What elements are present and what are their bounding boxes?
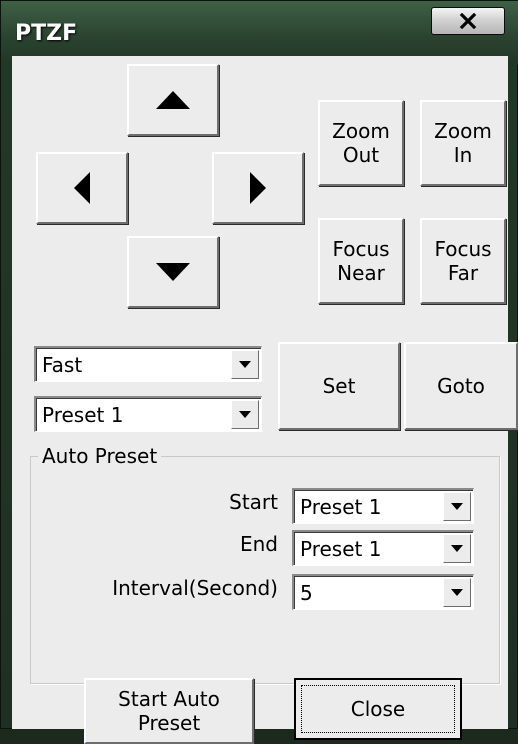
pan-right-button[interactable] bbox=[212, 152, 304, 224]
arrow-down-icon bbox=[156, 263, 190, 281]
focus-near-button[interactable]: Focus Near bbox=[318, 218, 404, 304]
window-close-button[interactable] bbox=[431, 7, 505, 35]
start-auto-preset-button[interactable]: Start Auto Preset bbox=[84, 678, 254, 744]
chevron-down-icon bbox=[451, 503, 463, 510]
arrow-left-icon bbox=[74, 172, 90, 204]
dropdown-button[interactable] bbox=[443, 578, 471, 607]
interval-value: 5 bbox=[300, 581, 313, 605]
dropdown-button[interactable] bbox=[443, 534, 471, 563]
dialog-client-area: Zoom Out Zoom In Focus Near Focus Far Fa… bbox=[12, 56, 518, 744]
set-preset-button[interactable]: Set bbox=[278, 342, 400, 430]
close-button[interactable]: Close bbox=[294, 678, 462, 740]
arrow-up-icon bbox=[156, 91, 190, 109]
interval-select[interactable]: 5 bbox=[292, 574, 474, 610]
pan-up-button[interactable] bbox=[127, 64, 219, 136]
zoom-in-button[interactable]: Zoom In bbox=[420, 100, 506, 186]
pan-down-button[interactable] bbox=[127, 236, 219, 308]
chevron-down-icon bbox=[451, 545, 463, 552]
zoom-out-button[interactable]: Zoom Out bbox=[318, 100, 404, 186]
interval-label: Interval(Second) bbox=[112, 576, 278, 600]
focus-far-button[interactable]: Focus Far bbox=[420, 218, 506, 304]
dropdown-button[interactable] bbox=[231, 350, 259, 379]
end-preset-value: Preset 1 bbox=[300, 537, 382, 561]
auto-preset-group-label: Auto Preset bbox=[38, 444, 162, 468]
close-x-icon bbox=[459, 13, 477, 29]
dropdown-button[interactable] bbox=[231, 400, 259, 429]
chevron-down-icon bbox=[239, 361, 251, 368]
start-preset-select[interactable]: Preset 1 bbox=[292, 488, 474, 524]
end-label: End bbox=[239, 532, 278, 556]
preset-select[interactable]: Preset 1 bbox=[34, 396, 262, 432]
goto-preset-button[interactable]: Goto bbox=[404, 342, 518, 430]
chevron-down-icon bbox=[239, 411, 251, 418]
speed-value: Fast bbox=[42, 353, 83, 377]
pan-left-button[interactable] bbox=[36, 152, 128, 224]
dropdown-button[interactable] bbox=[443, 492, 471, 521]
preset-value: Preset 1 bbox=[42, 403, 124, 427]
start-label: Start bbox=[229, 490, 278, 514]
arrow-right-icon bbox=[250, 172, 266, 204]
window-title: PTZF bbox=[15, 21, 78, 46]
end-preset-select[interactable]: Preset 1 bbox=[292, 530, 474, 566]
speed-select[interactable]: Fast bbox=[34, 346, 262, 382]
start-preset-value: Preset 1 bbox=[300, 495, 382, 519]
focus-ring bbox=[301, 685, 455, 733]
chevron-down-icon bbox=[451, 589, 463, 596]
